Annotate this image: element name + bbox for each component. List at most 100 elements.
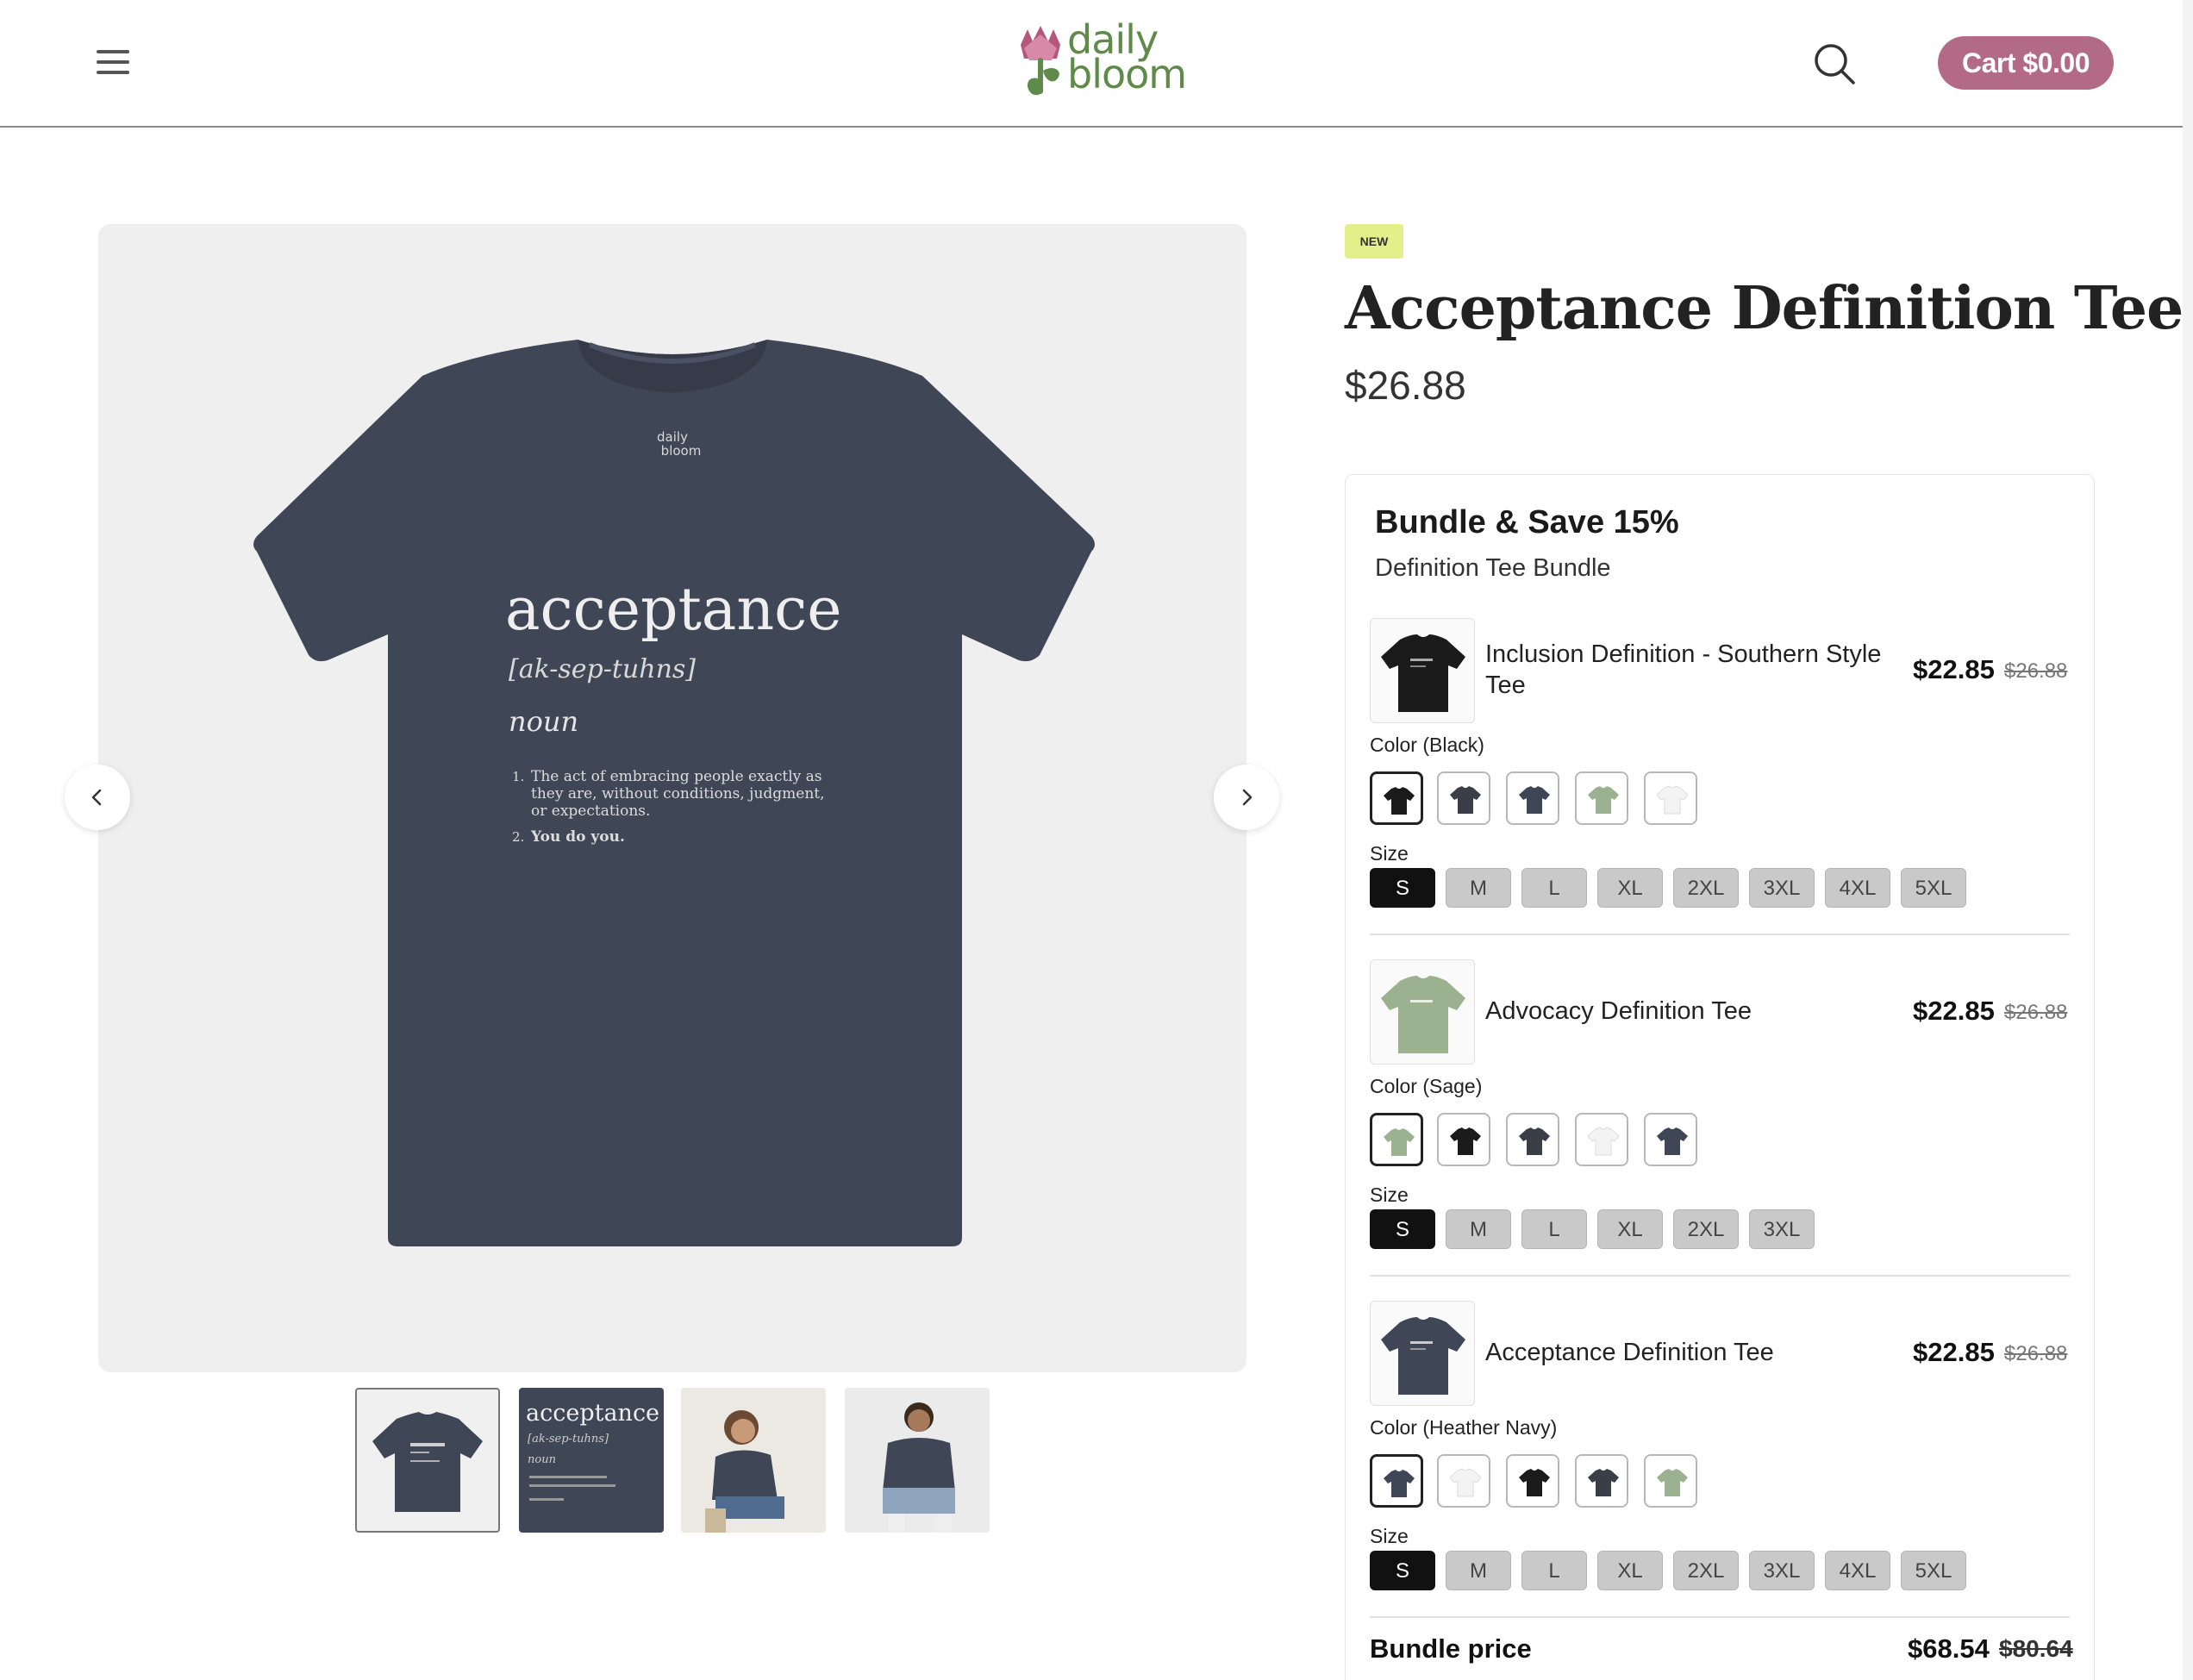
gallery-next-button[interactable] (1214, 765, 1279, 830)
daily-bloom-logo[interactable]: daily bloom (1014, 20, 1187, 105)
tshirt-thumb-icon (372, 1412, 483, 1512)
swatch-black[interactable] (1370, 771, 1423, 825)
size-label: Size (1370, 1183, 1409, 1206)
tshirt-swatch-icon (1384, 787, 1415, 815)
size-label: Size (1370, 1525, 1409, 1547)
size-options: S M L XL 2XL 3XL 4XL 5XL (1370, 868, 2070, 909)
divider (1370, 1275, 2070, 1277)
page-scrollbar[interactable] (2183, 0, 2193, 1680)
print-num-1: 1. (512, 769, 524, 784)
print-def-1b: they are, without conditions, judgment, (531, 785, 825, 803)
size-option[interactable]: 4XL (1825, 1551, 1890, 1590)
thumbnail-model-woman[interactable] (681, 1388, 826, 1533)
bundle-item-compare-price: $26.88 (2004, 659, 2068, 683)
size-option[interactable]: M (1446, 868, 1511, 908)
swatch-sage[interactable] (1575, 771, 1628, 825)
logo-text-bloom: bloom (1067, 51, 1187, 97)
size-option[interactable]: 4XL (1825, 868, 1890, 908)
divider (1370, 934, 2070, 935)
size-option[interactable]: S (1370, 1551, 1435, 1590)
swatch-sage[interactable] (1370, 1113, 1423, 1166)
swatch-charcoal[interactable] (1437, 771, 1490, 825)
print-def-2: You do you. (530, 828, 625, 846)
product-main-image[interactable]: daily bloom acceptance [ak-sep-tuhns] no… (98, 224, 1246, 1372)
size-option[interactable]: 3XL (1749, 1209, 1815, 1249)
swatch-navy[interactable] (1644, 1113, 1697, 1166)
swatch-charcoal[interactable] (1506, 1113, 1559, 1166)
size-option[interactable]: 5XL (1901, 868, 1966, 908)
size-option[interactable]: L (1521, 1209, 1587, 1249)
chevron-right-icon (1242, 789, 1253, 806)
print-def-1: The act of embracing people exactly as (531, 768, 822, 785)
tshirt-black-icon (1381, 634, 1465, 712)
hamburger-menu-icon[interactable] (93, 45, 133, 79)
bundle-widget: Bundle & Save 15% Definition Tee Bundle … (1345, 474, 2095, 1680)
size-option[interactable]: M (1446, 1209, 1511, 1249)
size-option[interactable]: 2XL (1673, 868, 1739, 908)
logo-wordmark: daily bloom (1067, 20, 1187, 97)
thumbnail-print-closeup[interactable]: acceptance [ak-sep-tuhns] noun (519, 1388, 664, 1533)
color-label: Color (Sage) (1370, 1075, 1483, 1097)
bundle-item-price: $22.85 (1913, 654, 1995, 684)
swatch-navy[interactable] (1370, 1454, 1423, 1508)
size-option[interactable]: 3XL (1749, 1551, 1815, 1590)
divider (1370, 1616, 2070, 1618)
swatch-white[interactable] (1644, 771, 1697, 825)
tshirt-swatch-icon (1450, 786, 1481, 814)
thumbnail-model-man[interactable] (845, 1388, 990, 1533)
thumb-print-word: acceptance (526, 1400, 660, 1427)
tshirt-swatch-icon (1519, 786, 1550, 814)
size-option[interactable]: L (1521, 868, 1587, 908)
size-option[interactable]: L (1521, 1551, 1587, 1590)
menu-line (97, 50, 129, 53)
tshirt-swatch-icon (1587, 1127, 1620, 1156)
thumb-print-line (529, 1484, 615, 1487)
swatch-white[interactable] (1437, 1454, 1490, 1508)
size-option[interactable]: 2XL (1673, 1209, 1739, 1249)
size-option[interactable]: XL (1597, 1209, 1663, 1249)
swatch-black[interactable] (1506, 1454, 1559, 1508)
size-option[interactable]: M (1446, 1551, 1511, 1590)
size-option[interactable]: 2XL (1673, 1551, 1739, 1590)
size-option[interactable]: S (1370, 1209, 1435, 1249)
color-swatches (1370, 1454, 2070, 1511)
swatch-white[interactable] (1575, 1113, 1628, 1166)
print-def-1c: or expectations. (531, 803, 650, 820)
bundle-total-price: $68.54 (1908, 1633, 1990, 1664)
search-icon[interactable] (1812, 41, 1857, 86)
thumb-print-line (529, 1476, 607, 1478)
swatch-sage[interactable] (1644, 1454, 1697, 1508)
size-option[interactable]: S (1370, 868, 1435, 908)
tshirt-swatch-icon (1384, 1128, 1415, 1156)
bundle-item-image (1370, 1301, 1475, 1406)
bundle-item-compare-price: $26.88 (2004, 1001, 2068, 1024)
color-swatches (1370, 771, 2070, 828)
bundle-subtitle: Definition Tee Bundle (1375, 554, 1611, 582)
tshirt-swatch-icon (1519, 1127, 1550, 1155)
color-label: Color (Black) (1370, 734, 1484, 756)
new-badge: NEW (1345, 224, 1403, 259)
bundle-item-image (1370, 959, 1475, 1065)
gallery-prev-button[interactable] (65, 765, 130, 830)
tshirt-swatch-icon (1656, 785, 1689, 815)
bundle-item-compare-price: $26.88 (2004, 1342, 2068, 1365)
cart-button[interactable]: Cart $0.00 (1938, 36, 2114, 90)
bundle-compare-price: $80.64 (1999, 1635, 2073, 1662)
size-option[interactable]: XL (1597, 1551, 1663, 1590)
bundle-item-price: $22.85 (1913, 1337, 1995, 1367)
swatch-navy[interactable] (1506, 771, 1559, 825)
product-title: Acceptance Definition Tee (1345, 274, 2184, 343)
bundle-title: Bundle & Save 15% (1375, 504, 1679, 540)
print-noun: noun (509, 705, 578, 738)
tshirt-swatch-icon (1384, 1470, 1415, 1497)
size-label: Size (1370, 842, 1409, 865)
thumbnail-flat-shirt[interactable] (355, 1388, 500, 1533)
size-option[interactable]: XL (1597, 868, 1663, 908)
size-option[interactable]: 3XL (1749, 868, 1815, 908)
swatch-charcoal[interactable] (1575, 1454, 1628, 1508)
swatch-black[interactable] (1437, 1113, 1490, 1166)
thumb-print-line (529, 1498, 564, 1501)
tshirt-swatch-icon (1657, 1127, 1688, 1155)
size-options: S M L XL 2XL 3XL (1370, 1209, 2070, 1251)
size-option[interactable]: 5XL (1901, 1551, 1966, 1590)
